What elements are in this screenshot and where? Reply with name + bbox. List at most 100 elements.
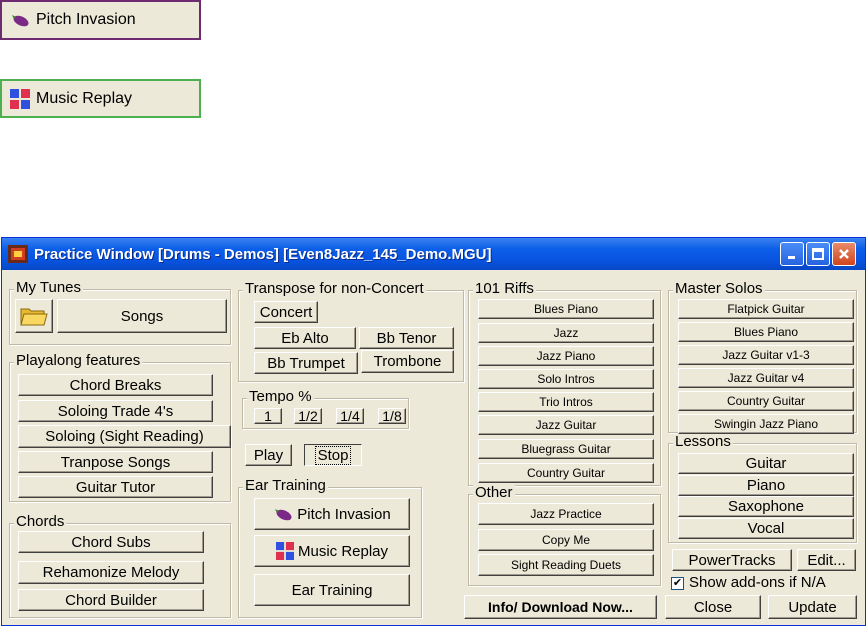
lesson-saxophone-label: Saxophone — [728, 498, 804, 515]
riff-solo-intros-button[interactable]: Solo Intros — [478, 369, 654, 389]
riff-jazz-guitar-button[interactable]: Jazz Guitar — [478, 415, 654, 435]
edit-label: Edit... — [807, 551, 846, 569]
minimize-icon — [788, 256, 795, 259]
trombone-button[interactable]: Trombone — [361, 350, 454, 373]
music-replay-button[interactable]: Music Replay — [254, 535, 410, 567]
reharmonize-melody-label: Rehamonize Melody — [42, 564, 180, 581]
close-button[interactable]: Close — [665, 595, 761, 619]
soloing-trade-button[interactable]: Soloing Trade 4's — [18, 400, 213, 422]
lessons-label: Lessons — [673, 433, 733, 450]
riff-jazz-piano-button[interactable]: Jazz Piano — [478, 346, 654, 366]
solo-blues-piano-button[interactable]: Blues Piano — [678, 322, 854, 342]
transpose-songs-label: Tranpose Songs — [60, 453, 171, 471]
show-addons-checkbox[interactable]: ✔ — [671, 577, 684, 590]
minimize-button[interactable] — [780, 242, 804, 266]
ear-training-btn-label: Ear Training — [291, 581, 373, 599]
powertracks-button[interactable]: PowerTracks — [672, 549, 792, 571]
bb-tenor-label: Bb Tenor — [376, 329, 437, 347]
soloing-sight-reading-label: Soloing (Sight Reading) — [45, 428, 204, 445]
bb-trumpet-button[interactable]: Bb Trumpet — [254, 352, 358, 374]
chord-subs-button[interactable]: Chord Subs — [18, 531, 204, 553]
ear-training-button[interactable]: Ear Training — [254, 574, 410, 606]
edit-button[interactable]: Edit... — [797, 549, 856, 571]
pitch-invasion-label: Pitch Invasion — [297, 505, 391, 523]
copy-me-button[interactable]: Copy Me — [478, 529, 654, 551]
checkmark-icon: ✔ — [672, 577, 683, 589]
powertracks-label: PowerTracks — [688, 551, 776, 569]
solo-country-guitar-label: Country Guitar — [726, 394, 806, 408]
pitch-invasion-button[interactable]: Pitch Invasion — [254, 498, 410, 530]
solo-country-guitar-button[interactable]: Country Guitar — [678, 391, 854, 411]
riff-country-guitar-button[interactable]: Country Guitar — [478, 463, 654, 483]
music-replay-top-button[interactable]: Music Replay — [0, 79, 201, 118]
music-replay-top-label: Music Replay — [36, 89, 133, 107]
solo-swingin-jazz-piano-button[interactable]: Swingin Jazz Piano — [678, 414, 854, 434]
maximize-button[interactable] — [806, 242, 830, 266]
lesson-guitar-button[interactable]: Guitar — [678, 453, 854, 474]
lesson-vocal-button[interactable]: Vocal — [678, 518, 854, 539]
solo-blues-piano-label: Blues Piano — [733, 325, 799, 339]
eb-alto-button[interactable]: Eb Alto — [254, 327, 356, 349]
riff-blues-piano-label: Blues Piano — [533, 302, 599, 316]
transpose-songs-button[interactable]: Tranpose Songs — [18, 451, 213, 473]
lesson-saxophone-button[interactable]: Saxophone — [678, 496, 854, 517]
tempo-label: Tempo % — [247, 388, 314, 405]
music-grid-icon — [275, 542, 294, 560]
jazz-practice-button[interactable]: Jazz Practice — [478, 503, 654, 525]
solo-flatpick-guitar-button[interactable]: Flatpick Guitar — [678, 299, 854, 319]
close-window-button[interactable] — [832, 242, 856, 266]
reharmonize-melody-button[interactable]: Rehamonize Melody — [18, 561, 204, 584]
info-download-label: Info/ Download Now... — [488, 599, 633, 615]
eggplant-icon — [12, 15, 29, 27]
sight-reading-duets-button[interactable]: Sight Reading Duets — [478, 554, 654, 576]
tempo-1-button[interactable]: 1 — [254, 408, 282, 424]
app-icon — [8, 245, 28, 263]
practice-window: Practice Window [Drums - Demos] [Even8Ja… — [1, 237, 866, 626]
soloing-sight-reading-button[interactable]: Soloing (Sight Reading) — [18, 425, 231, 448]
folder-icon — [20, 308, 48, 326]
pitch-invasion-top-button[interactable]: Pitch Invasion — [0, 0, 201, 40]
lesson-piano-button[interactable]: Piano — [678, 475, 854, 496]
tempo-eighth-label: 1/8 — [382, 408, 402, 424]
riff-jazz-piano-label: Jazz Piano — [536, 349, 596, 363]
solo-jazz-guitar-v4-button[interactable]: Jazz Guitar v4 — [678, 368, 854, 388]
tempo-quarter-label: 1/4 — [340, 408, 360, 424]
riff-bluegrass-guitar-button[interactable]: Bluegrass Guitar — [478, 439, 654, 459]
ear-training-label: Ear Training — [243, 477, 328, 494]
chord-builder-button[interactable]: Chord Builder — [18, 589, 204, 611]
pitch-invasion-top-label: Pitch Invasion — [36, 11, 136, 28]
eggplant-icon — [275, 509, 292, 521]
tempo-1-label: 1 — [264, 408, 272, 424]
concert-button[interactable]: Concert — [254, 301, 318, 323]
riff-country-guitar-label: Country Guitar — [526, 466, 606, 480]
tempo-eighth-button[interactable]: 1/8 — [378, 408, 406, 424]
window-title: Practice Window [Drums - Demos] [Even8Ja… — [34, 245, 492, 263]
open-folder-button[interactable] — [15, 299, 53, 333]
riff-jazz-button[interactable]: Jazz — [478, 323, 654, 343]
riff-blues-piano-button[interactable]: Blues Piano — [478, 299, 654, 319]
update-button[interactable]: Update — [768, 595, 857, 619]
info-download-button[interactable]: Info/ Download Now... — [464, 595, 657, 619]
chords-label: Chords — [14, 513, 67, 530]
riff-trio-intros-button[interactable]: Trio Intros — [478, 392, 654, 412]
lesson-vocal-label: Vocal — [747, 520, 785, 537]
playalong-label: Playalong features — [14, 352, 143, 369]
songs-button[interactable]: Songs — [57, 299, 227, 333]
concert-label: Concert — [259, 303, 313, 321]
guitar-tutor-button[interactable]: Guitar Tutor — [18, 476, 213, 498]
play-button[interactable]: Play — [245, 444, 292, 466]
my-tunes-label: My Tunes — [14, 279, 84, 296]
solo-jazz-guitar-v13-button[interactable]: Jazz Guitar v1-3 — [678, 345, 854, 365]
stop-button[interactable]: Stop — [304, 444, 362, 466]
tempo-half-label: 1/2 — [298, 408, 318, 424]
solo-swingin-jazz-piano-label: Swingin Jazz Piano — [713, 417, 819, 431]
tempo-quarter-button[interactable]: 1/4 — [336, 408, 364, 424]
riff-jazz-label: Jazz — [553, 326, 579, 340]
bb-tenor-button[interactable]: Bb Tenor — [359, 327, 454, 349]
guitar-tutor-label: Guitar Tutor — [75, 478, 156, 496]
other-label: Other — [473, 484, 515, 501]
lesson-piano-label: Piano — [746, 477, 786, 494]
tempo-half-button[interactable]: 1/2 — [294, 408, 322, 424]
chord-breaks-label: Chord Breaks — [69, 376, 162, 394]
chord-breaks-button[interactable]: Chord Breaks — [18, 374, 213, 396]
